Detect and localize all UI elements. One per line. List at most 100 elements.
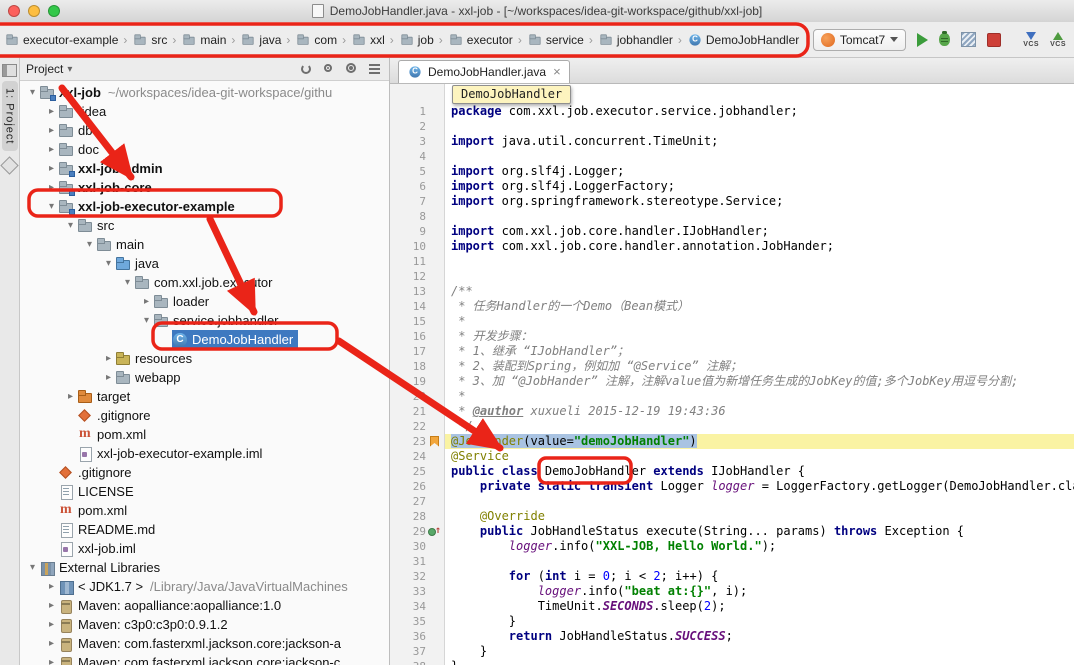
code-line-21[interactable]: 21 * @author xuxueli 2015-12-19 19:43:36 [390,404,1074,419]
code-line-34[interactable]: 34 TimeUnit.SECONDS.sleep(2); [390,599,1074,614]
chevron-down-icon[interactable]: ▾ [26,562,39,573]
chevron-right-icon[interactable]: ▸ [140,296,153,307]
code-line-23[interactable]: 23@JobHander(value="demoJobHandler") [390,434,1074,449]
code-line-8[interactable]: 8 [390,209,1074,224]
stop-button[interactable] [987,33,1001,47]
code-line-38[interactable]: 38} [390,659,1074,665]
tree-item-external-libraries[interactable]: ▾External Libraries [20,558,389,577]
code-line-30[interactable]: 30 logger.info("XXL-JOB, Hello World."); [390,539,1074,554]
run-config-select[interactable]: Tomcat7 [813,29,906,51]
gutter[interactable]: 13 [390,284,445,299]
gutter[interactable]: 33 [390,584,445,599]
chevron-right-icon[interactable]: ▸ [45,106,58,117]
code-line-32[interactable]: 32 for (int i = 0; i < 2; i++) { [390,569,1074,584]
chevron-right-icon[interactable]: ▸ [45,619,58,630]
code-line-2[interactable]: 2 [390,119,1074,134]
tree-item-gitignore[interactable]: .gitignore [20,463,389,482]
gutter[interactable]: 31 [390,554,445,569]
editor-tab[interactable]: DemoJobHandler.java [398,60,570,83]
tree-item-main[interactable]: ▾main [20,235,389,254]
code-line-17[interactable]: 17 * 1、继承 “IJobHandler”； [390,344,1074,359]
gutter[interactable]: 9 [390,224,445,239]
run-button[interactable] [917,33,928,47]
gutter[interactable]: 8 [390,209,445,224]
code-line-37[interactable]: 37 } [390,644,1074,659]
gutter[interactable]: 28 [390,509,445,524]
code-line-20[interactable]: 20 * [390,389,1074,404]
tree-item-src[interactable]: ▾src [20,216,389,235]
chevron-right-icon[interactable]: ▸ [45,600,58,611]
code-line-7[interactable]: 7import org.springframework.stereotype.S… [390,194,1074,209]
breadcrumb-item-executor[interactable]: executor [446,30,515,50]
chevron-down-icon[interactable]: ▾ [121,277,134,288]
breadcrumb-item-xxl[interactable]: xxl [349,30,387,50]
code-line-13[interactable]: 13/** [390,284,1074,299]
tree-item-maven-com-fasterxml-jackson-core-jackson-a[interactable]: ▸Maven: com.fasterxml.jackson.core:jacks… [20,634,389,653]
favorites-icon[interactable] [0,157,18,175]
gutter[interactable]: 32 [390,569,445,584]
gutter[interactable]: 20 [390,389,445,404]
gutter[interactable]: 24 [390,449,445,464]
tree-item-xxl-job-executor-example-iml[interactable]: xxl-job-executor-example.iml [20,444,389,463]
chevron-down-icon[interactable]: ▾ [64,220,77,231]
gutter[interactable]: 11 [390,254,445,269]
tree-item-xxl-job[interactable]: ▾xxl-job~/workspaces/idea-git-workspace/… [20,83,389,102]
vcs-update-button[interactable]: VCS [1023,32,1039,48]
code-line-35[interactable]: 35 } [390,614,1074,629]
tree-item-xxl-job-iml[interactable]: xxl-job.iml [20,539,389,558]
gutter[interactable]: 3 [390,134,445,149]
code-line-25[interactable]: 25public class DemoJobHandler extends IJ… [390,464,1074,479]
code-line-16[interactable]: 16 * 开发步骤： [390,329,1074,344]
breadcrumb-item-src[interactable]: src [130,30,169,50]
gutter[interactable]: 27 [390,494,445,509]
tab-close-icon[interactable] [553,67,561,77]
tree-item-db[interactable]: ▸db [20,121,389,140]
chevron-right-icon[interactable]: ▸ [45,638,58,649]
gutter[interactable]: 6 [390,179,445,194]
gutter[interactable]: 14 [390,299,445,314]
tree-item-com-xxl-job-executor[interactable]: ▾com.xxl.job.executor [20,273,389,292]
breadcrumb-item-com[interactable]: com [293,30,339,50]
chevron-right-icon[interactable]: ▸ [45,182,58,193]
tree-item-maven-com-fasterxml-jackson-core-jackson-c[interactable]: ▸Maven: com.fasterxml.jackson.core:jacks… [20,653,389,665]
gutter[interactable]: 29 [390,524,445,539]
tree-item-loader[interactable]: ▸loader [20,292,389,311]
chevron-right-icon[interactable]: ▸ [102,372,115,383]
gutter[interactable]: 5 [390,164,445,179]
tree-item-xxl-job-core[interactable]: ▸xxl-job-core [20,178,389,197]
gutter[interactable]: 37 [390,644,445,659]
tree-item-xxl-job-admin[interactable]: ▸xxl-job-admin [20,159,389,178]
project-tool-button[interactable]: 1: Project [2,81,18,151]
chevron-down-icon[interactable]: ▾ [45,201,58,212]
code-line-33[interactable]: 33 logger.info("beat at:{}", i); [390,584,1074,599]
tree-item-doc[interactable]: ▸doc [20,140,389,159]
chevron-down-icon[interactable]: ▾ [83,239,96,250]
tree-item-demojobhandler[interactable]: DemoJobHandler [20,330,389,349]
tree-item-target[interactable]: ▸target [20,387,389,406]
code-line-14[interactable]: 14 * 任务Handler的一个Demo（Bean模式） [390,299,1074,314]
tree-item-license[interactable]: LICENSE [20,482,389,501]
breadcrumb-item-main[interactable]: main [179,30,228,50]
code-line-22[interactable]: 22 */ [390,419,1074,434]
code-line-4[interactable]: 4 [390,149,1074,164]
tree-item-service-jobhandler[interactable]: ▾service.jobhandler [20,311,389,330]
gutter[interactable]: 2 [390,119,445,134]
code-line-29[interactable]: 29 public JobHandleStatus execute(String… [390,524,1074,539]
gutter[interactable]: 17 [390,344,445,359]
sync-icon[interactable] [298,61,314,77]
tree-item-readme-md[interactable]: README.md [20,520,389,539]
code-line-11[interactable]: 11 [390,254,1074,269]
tree-item-gitignore[interactable]: .gitignore [20,406,389,425]
gutter[interactable]: 15 [390,314,445,329]
project-view-selector[interactable]: Project [26,62,72,76]
gutter[interactable]: 18 [390,359,445,374]
code-line-19[interactable]: 19 * 3、加 “@JobHander” 注解，注解value值为新增任务生成… [390,374,1074,389]
code-line-6[interactable]: 6import org.slf4j.LoggerFactory; [390,179,1074,194]
tree-item-pom-xml[interactable]: pom.xml [20,425,389,444]
code-line-26[interactable]: 26 private static transient Logger logge… [390,479,1074,494]
tree-item-maven-c3p0-c3p0-0-9-1-2[interactable]: ▸Maven: c3p0:c3p0:0.9.1.2 [20,615,389,634]
chevron-down-icon[interactable]: ▾ [26,87,39,98]
code-line-10[interactable]: 10import com.xxl.job.core.handler.annota… [390,239,1074,254]
chevron-down-icon[interactable]: ▾ [140,315,153,326]
debug-button[interactable] [939,33,950,46]
